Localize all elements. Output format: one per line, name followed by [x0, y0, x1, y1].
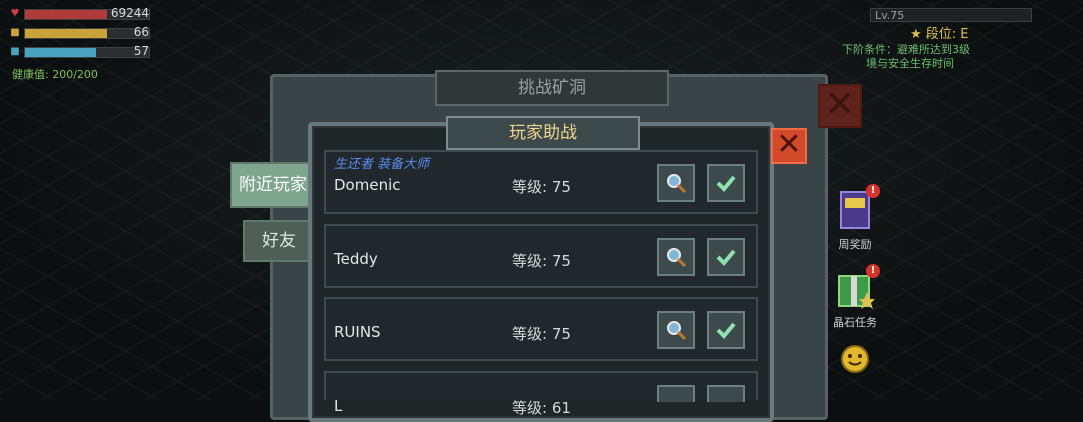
- notification-badge: !: [866, 264, 880, 278]
- rank-text: ★ 段位: E: [910, 27, 969, 42]
- confirm-assist-button[interactable]: [707, 164, 745, 202]
- notification-badge: !: [866, 184, 880, 198]
- crystal-task-label: 晶石任务: [833, 316, 877, 329]
- tab-nearby-players[interactable]: 附近玩家: [230, 162, 316, 208]
- magnifier-icon: [667, 321, 687, 341]
- player-assist-title: 玩家助战: [446, 116, 640, 150]
- view-player-button[interactable]: [657, 238, 695, 276]
- player-name: Teddy: [334, 250, 378, 268]
- player-row: RUINS 等级: 75: [324, 297, 758, 361]
- player-level: 等级: 75: [512, 178, 571, 196]
- checkmark-icon: [716, 322, 736, 339]
- confirm-assist-button[interactable]: [707, 385, 745, 402]
- health-text: 健康值: 200/200: [12, 68, 98, 81]
- close-button[interactable]: ✕: [771, 128, 807, 164]
- checkmark-icon: [716, 175, 736, 192]
- water-bar: ■ 57: [10, 43, 150, 58]
- checkmark-icon: [716, 249, 736, 266]
- water-icon: ■: [10, 46, 20, 57]
- confirm-assist-button[interactable]: [707, 238, 745, 276]
- player-name: Domenic: [334, 176, 401, 194]
- weekly-reward-button[interactable]: ! 周奖励: [830, 184, 880, 252]
- task-line-2: 境与安全生存时间: [866, 57, 954, 70]
- star-icon: ★: [910, 27, 922, 42]
- view-player-button[interactable]: [657, 311, 695, 349]
- player-tags: 生还者 装备大师: [334, 157, 430, 172]
- player-row: Teddy 等级: 75: [324, 224, 758, 288]
- view-player-button[interactable]: [657, 385, 695, 402]
- player-level: 等级: 75: [512, 325, 571, 343]
- water-value: 57: [133, 43, 149, 58]
- hp-bar: ♥ 69244: [10, 5, 150, 20]
- crystal-task-button[interactable]: ! 晶石任务: [830, 264, 880, 330]
- challenge-mine-title: 挑战矿洞: [435, 70, 669, 106]
- magnifier-icon: [667, 248, 687, 268]
- player-row: L 等级: 61: [324, 371, 758, 417]
- player-row: 生还者 装备大师 Domenic 等级: 75: [324, 150, 758, 214]
- tab-friends[interactable]: 好友: [243, 220, 315, 262]
- close-icon: ✕: [776, 127, 802, 162]
- view-player-button[interactable]: [657, 164, 695, 202]
- player-level: 等级: 75: [512, 252, 571, 270]
- confirm-assist-button[interactable]: [707, 311, 745, 349]
- magnifier-icon: [667, 174, 687, 194]
- heart-icon: ♥: [10, 8, 20, 19]
- stamina-value: 66: [133, 24, 149, 39]
- emoji-button[interactable]: [838, 344, 872, 378]
- close-back-button[interactable]: ✕: [818, 84, 862, 128]
- hp-value: 69244: [110, 5, 149, 20]
- weekly-reward-label: 周奖励: [838, 238, 872, 251]
- food-icon: ■: [10, 27, 20, 38]
- stamina-bar: ■ 66: [10, 24, 150, 39]
- player-name: RUINS: [334, 323, 381, 341]
- player-level: 等级: 61: [512, 399, 571, 417]
- close-icon: ✕: [824, 84, 856, 125]
- smiley-icon: [841, 345, 869, 373]
- level-bar: Lv.75: [870, 8, 1032, 22]
